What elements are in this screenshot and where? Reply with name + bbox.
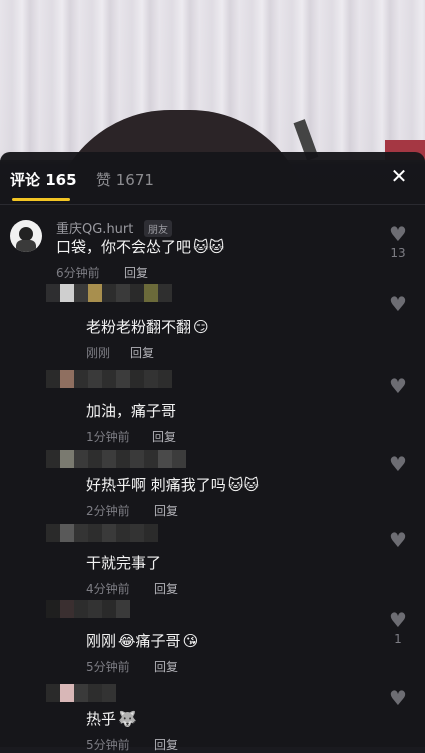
comment-time: 4分钟前 <box>86 582 130 596</box>
comment-time: 5分钟前 <box>86 660 130 674</box>
heart-icon[interactable]: ♥ <box>385 610 411 630</box>
active-tab-indicator <box>12 198 70 201</box>
tab-comments[interactable]: 评论 165 <box>10 169 77 190</box>
avatar[interactable] <box>46 600 130 618</box>
like-control[interactable]: ♥ <box>385 530 411 552</box>
like-control[interactable]: ♥ 13 <box>385 224 411 260</box>
emoji-icon: 🐱🐱 <box>193 238 225 256</box>
comment-time: 6分钟前 <box>56 266 100 280</box>
comment-text: 热乎 🐺 <box>86 710 137 728</box>
emoji-icon: 😂 <box>118 632 136 650</box>
avatar[interactable] <box>46 450 186 468</box>
close-icon[interactable]: ✕ <box>389 166 409 186</box>
like-control[interactable]: ♥ <box>385 454 411 476</box>
comment-text: 加油，痛子哥 <box>86 402 177 420</box>
comment-text: 干就完事了 <box>86 554 162 572</box>
comment-text: 刚刚 😂痛子哥 😘 <box>86 632 199 650</box>
avatar[interactable] <box>10 220 42 252</box>
reply-button[interactable]: 回复 <box>154 502 178 519</box>
comment-time: 1分钟前 <box>86 430 130 444</box>
emoji-icon: 🐺 <box>118 710 137 728</box>
avatar[interactable] <box>46 684 116 702</box>
comment-tabs: 评论 165 赞 1671 ✕ <box>0 152 425 204</box>
heart-icon[interactable]: ♥ <box>385 224 411 244</box>
comment-panel: 评论 165 赞 1671 ✕ 重庆QG.hurt 朋友 口袋，你不会怂了吧 🐱🐱… <box>0 152 425 752</box>
heart-icon[interactable]: ♥ <box>385 530 411 550</box>
reply-button[interactable]: 回复 <box>124 264 148 281</box>
avatar[interactable] <box>46 524 158 542</box>
comment-text: 口袋，你不会怂了吧 🐱🐱 <box>56 238 225 256</box>
reply-button[interactable]: 回复 <box>154 658 178 675</box>
friend-badge: 朋友 <box>144 220 172 237</box>
heart-icon[interactable]: ♥ <box>385 376 411 396</box>
tabs-divider <box>0 204 425 205</box>
avatar[interactable] <box>46 284 172 302</box>
tab-likes[interactable]: 赞 1671 <box>96 169 154 190</box>
comment-text: 好热乎啊 刺痛我了吗 🐱🐱 <box>86 476 260 494</box>
like-control[interactable]: ♥ 1 <box>385 610 411 646</box>
comment-time: 2分钟前 <box>86 504 130 518</box>
like-count: 13 <box>390 246 406 260</box>
heart-icon[interactable]: ♥ <box>385 294 411 314</box>
reply-button[interactable]: 回复 <box>152 428 176 445</box>
reply-button[interactable]: 回复 <box>130 344 154 361</box>
avatar[interactable] <box>46 370 172 388</box>
reply-button[interactable]: 回复 <box>154 736 178 753</box>
like-control[interactable]: ♥ <box>385 376 411 398</box>
emoji-icon: 😘 <box>182 632 199 650</box>
emoji-icon: 🐱🐱 <box>227 476 260 494</box>
username[interactable]: 重庆QG.hurt <box>56 218 133 237</box>
heart-icon[interactable]: ♥ <box>385 688 411 708</box>
like-control[interactable]: ♥ <box>385 294 411 316</box>
comment-time: 5分钟前 <box>86 738 130 752</box>
like-control[interactable]: ♥ <box>385 688 411 710</box>
like-count: 1 <box>394 632 402 646</box>
emoji-icon: 😏 <box>193 318 209 336</box>
reply-button[interactable]: 回复 <box>154 580 178 597</box>
comment-text: 老粉老粉翻不翻 😏 <box>86 318 209 336</box>
heart-icon[interactable]: ♥ <box>385 454 411 474</box>
comment-time: 刚刚 <box>86 346 111 360</box>
